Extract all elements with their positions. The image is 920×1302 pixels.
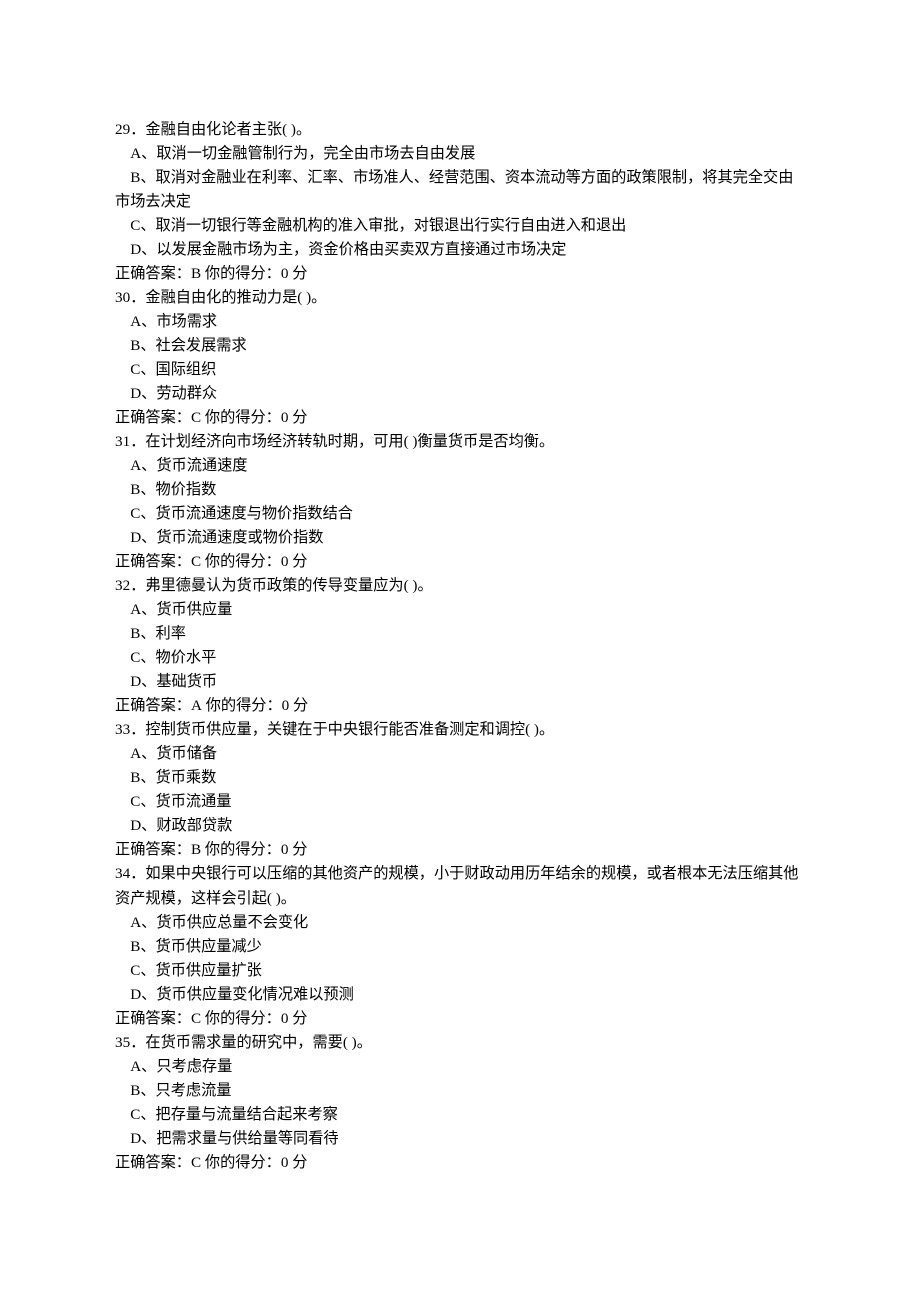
answer-value: B <box>191 265 201 282</box>
answer-value: B <box>191 841 201 858</box>
question-option: C、取消一切银行等金融机构的准入审批，对银退出行实行自由进入和退出 <box>115 214 805 238</box>
question-option: D、以发展金融市场为主，资金价格由买卖双方直接通过市场决定 <box>115 238 805 262</box>
question-stem: 33．控制货币供应量，关键在于中央银行能否准备测定和调控( )。 <box>115 718 805 742</box>
answer-line: 正确答案：C 你的得分：0 分 <box>115 1007 805 1031</box>
answer-label: 正确答案： <box>115 265 191 282</box>
question-number: 32 <box>115 577 130 594</box>
answer-line: 正确答案：A 你的得分：0 分 <box>115 694 805 718</box>
score-suffix: 分 <box>288 1010 307 1027</box>
question-option: A、货币流通速度 <box>115 454 805 478</box>
answer-line: 正确答案：B 你的得分：0 分 <box>115 262 805 286</box>
question: 29．金融自由化论者主张( )。A、取消一切金融管制行为，完全由市场去自由发展B… <box>115 118 805 286</box>
question-number: 34 <box>115 865 130 882</box>
question-option: D、货币流通速度或物价指数 <box>115 526 805 550</box>
answer-label: 正确答案： <box>115 1010 191 1027</box>
question-list: 29．金融自由化论者主张( )。A、取消一切金融管制行为，完全由市场去自由发展B… <box>115 118 805 1175</box>
score-label: 你的得分： <box>201 1010 281 1027</box>
question-option: C、把存量与流量结合起来考察 <box>115 1103 805 1127</box>
question-option: C、货币流通速度与物价指数结合 <box>115 502 805 526</box>
question-option: D、财政部贷款 <box>115 814 805 838</box>
question: 30．金融自由化的推动力是( )。A、市场需求B、社会发展需求C、国际组织D、劳… <box>115 286 805 430</box>
score-suffix: 分 <box>288 553 307 570</box>
question-option: A、货币供应总量不会变化 <box>115 911 805 935</box>
question-number: 35 <box>115 1034 130 1051</box>
question-option: B、货币乘数 <box>115 766 805 790</box>
score-suffix: 分 <box>288 265 307 282</box>
question: 32．弗里德曼认为货币政策的传导变量应为( )。A、货币供应量B、利率C、物价水… <box>115 574 805 718</box>
question-option: A、只考虑存量 <box>115 1055 805 1079</box>
answer-label: 正确答案： <box>115 409 191 426</box>
answer-line: 正确答案：C 你的得分：0 分 <box>115 1151 805 1175</box>
question-stem: 29．金融自由化论者主张( )。 <box>115 118 805 142</box>
question-option: C、国际组织 <box>115 358 805 382</box>
score-label: 你的得分： <box>202 697 282 714</box>
score-suffix: 分 <box>288 409 307 426</box>
answer-value: C <box>191 1154 201 1171</box>
question-option: C、物价水平 <box>115 646 805 670</box>
answer-value: A <box>191 697 202 714</box>
score-label: 你的得分： <box>201 409 281 426</box>
answer-line: 正确答案：B 你的得分：0 分 <box>115 838 805 862</box>
question-number: 33 <box>115 721 130 738</box>
answer-value: C <box>191 553 201 570</box>
answer-value: C <box>191 1010 201 1027</box>
question-number: 30 <box>115 289 130 306</box>
question-option: D、劳动群众 <box>115 382 805 406</box>
question-stem: 34．如果中央银行可以压缩的其他资产的规模，小于财政动用历年结余的规模，或者根本… <box>115 862 805 910</box>
question-number: 31 <box>115 433 130 450</box>
answer-label: 正确答案： <box>115 697 191 714</box>
score-suffix: 分 <box>289 697 308 714</box>
question-option: D、货币供应量变化情况难以预测 <box>115 983 805 1007</box>
answer-label: 正确答案： <box>115 841 191 858</box>
question: 34．如果中央银行可以压缩的其他资产的规模，小于财政动用历年结余的规模，或者根本… <box>115 862 805 1030</box>
question-option: A、货币供应量 <box>115 598 805 622</box>
score-suffix: 分 <box>288 1154 307 1171</box>
question-option: B、货币供应量减少 <box>115 935 805 959</box>
question-stem: 32．弗里德曼认为货币政策的传导变量应为( )。 <box>115 574 805 598</box>
question-option: A、市场需求 <box>115 310 805 334</box>
answer-line: 正确答案：C 你的得分：0 分 <box>115 550 805 574</box>
score-label: 你的得分： <box>201 841 281 858</box>
answer-label: 正确答案： <box>115 553 191 570</box>
question-number: 29 <box>115 121 130 138</box>
question-option: B、取消对金融业在利率、汇率、市场准人、经营范围、资本流动等方面的政策限制，将其… <box>115 166 805 214</box>
answer-label: 正确答案： <box>115 1154 191 1171</box>
score-suffix: 分 <box>288 841 307 858</box>
question-option: A、货币储备 <box>115 742 805 766</box>
question-stem: 30．金融自由化的推动力是( )。 <box>115 286 805 310</box>
question-option: D、基础货币 <box>115 670 805 694</box>
question-option: B、物价指数 <box>115 478 805 502</box>
question-option: B、只考虑流量 <box>115 1079 805 1103</box>
question-option: B、社会发展需求 <box>115 334 805 358</box>
question-option: C、货币流通量 <box>115 790 805 814</box>
score-label: 你的得分： <box>201 265 281 282</box>
answer-value: C <box>191 409 201 426</box>
question-option: C、货币供应量扩张 <box>115 959 805 983</box>
question-stem: 31．在计划经济向市场经济转轨时期，可用( )衡量货币是否均衡。 <box>115 430 805 454</box>
question: 33．控制货币供应量，关键在于中央银行能否准备测定和调控( )。A、货币储备B、… <box>115 718 805 862</box>
question-option: D、把需求量与供给量等同看待 <box>115 1127 805 1151</box>
question-stem: 35．在货币需求量的研究中，需要( )。 <box>115 1031 805 1055</box>
answer-line: 正确答案：C 你的得分：0 分 <box>115 406 805 430</box>
score-label: 你的得分： <box>201 1154 281 1171</box>
question: 35．在货币需求量的研究中，需要( )。A、只考虑存量B、只考虑流量C、把存量与… <box>115 1031 805 1175</box>
question: 31．在计划经济向市场经济转轨时期，可用( )衡量货币是否均衡。A、货币流通速度… <box>115 430 805 574</box>
question-option: A、取消一切金融管制行为，完全由市场去自由发展 <box>115 142 805 166</box>
score-label: 你的得分： <box>201 553 281 570</box>
question-option: B、利率 <box>115 622 805 646</box>
